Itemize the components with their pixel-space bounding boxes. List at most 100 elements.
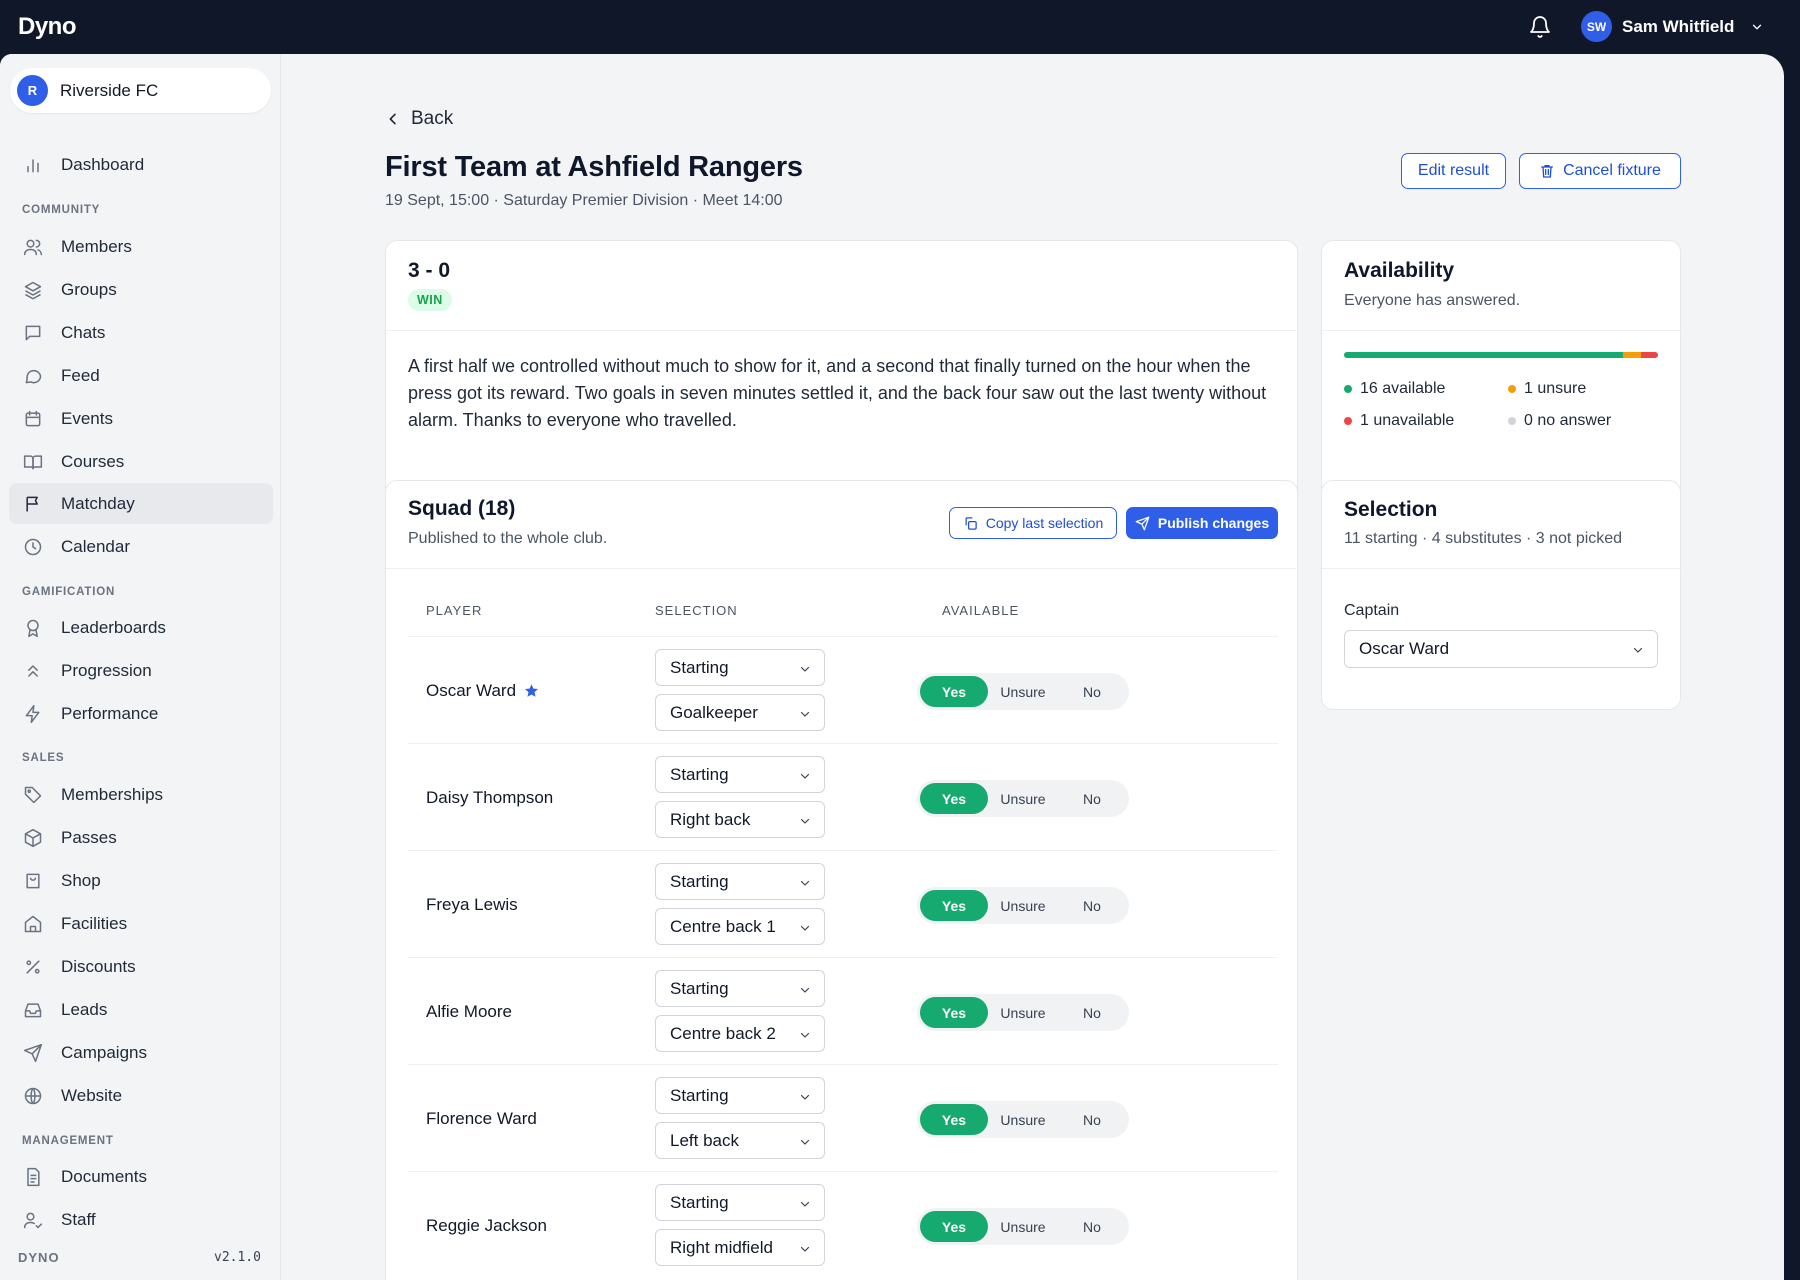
availability-unsure[interactable]: Unsure	[988, 890, 1058, 921]
availability-no[interactable]: No	[1058, 783, 1126, 814]
position-select[interactable]: Left back	[655, 1122, 825, 1159]
squad-subtitle: Published to the whole club.	[408, 530, 608, 547]
edit-result-button[interactable]: Edit result	[1401, 153, 1506, 189]
legend-unsure: 1 unsure	[1508, 380, 1586, 398]
sidebar-item-feed[interactable]: Feed	[9, 355, 273, 396]
availability-unsure[interactable]: Unsure	[988, 676, 1058, 707]
sidebar-item-facilities[interactable]: Facilities	[9, 903, 273, 944]
position-select[interactable]: Right back	[655, 801, 825, 838]
sidebar-item-matchday[interactable]: Matchday	[9, 483, 273, 524]
sidebar-item-chats[interactable]: Chats	[9, 312, 273, 353]
selection-select[interactable]: Starting	[655, 1184, 825, 1221]
clock-icon	[24, 538, 42, 555]
chevron-down-icon	[800, 711, 810, 717]
availability-yes[interactable]: Yes	[920, 783, 988, 814]
sidebar-item-progression[interactable]: Progression	[9, 650, 273, 691]
captain-label: Captain	[1344, 602, 1400, 619]
sidebar-item-leaderboards[interactable]: Leaderboards	[9, 607, 273, 648]
availability-unsure[interactable]: Unsure	[988, 1211, 1058, 1242]
captain-select[interactable]: Oscar Ward	[1344, 630, 1658, 668]
org-switcher[interactable]: R Riverside FC	[10, 68, 271, 113]
sidebar-item-members[interactable]: Members	[9, 226, 273, 267]
back-link[interactable]: Back	[385, 108, 453, 130]
chevron-down-icon	[800, 1094, 810, 1100]
publish-changes-button[interactable]: Publish changes	[1126, 507, 1278, 539]
sidebar-item-passes[interactable]: Passes	[9, 817, 273, 858]
legend-unavailable: 1 unavailable	[1344, 412, 1454, 430]
position-select[interactable]: Right midfield	[655, 1229, 825, 1266]
selection-select[interactable]: Starting	[655, 863, 825, 900]
chevron-down-icon	[800, 666, 810, 672]
chat-square-icon	[25, 325, 41, 340]
user-menu[interactable]: SW Sam Whitfield	[1581, 11, 1764, 42]
sidebar-item-courses[interactable]: Courses	[9, 441, 273, 482]
availability-yes[interactable]: Yes	[920, 676, 988, 707]
nav-section-community: COMMUNITY	[22, 204, 101, 216]
sidebar-item-staff[interactable]: Staff	[9, 1199, 273, 1240]
availability-unsure[interactable]: Unsure	[988, 783, 1058, 814]
availability-yes[interactable]: Yes	[920, 890, 988, 921]
legend-dot	[1508, 417, 1516, 425]
table-row: Florence Ward Starting Left back Yes Uns…	[408, 1064, 1278, 1171]
availability-toggle: Yes Unsure No	[917, 1208, 1129, 1245]
availability-no[interactable]: No	[1058, 676, 1126, 707]
top-bar: Dyno SW Sam Whitfield	[0, 0, 1800, 54]
chevron-down-icon	[800, 1139, 810, 1145]
sidebar-item-events[interactable]: Events	[9, 398, 273, 439]
sidebar-item-leads[interactable]: Leads	[9, 989, 273, 1030]
sidebar-item-memberships[interactable]: Memberships	[9, 774, 273, 815]
selection-select[interactable]: Starting	[655, 756, 825, 793]
chevron-down-icon	[800, 925, 810, 931]
availability-unsure[interactable]: Unsure	[988, 1104, 1058, 1135]
sidebar-item-groups[interactable]: Groups	[9, 269, 273, 310]
award-icon	[27, 619, 39, 637]
flag-icon	[26, 496, 38, 511]
sidebar-item-discounts[interactable]: Discounts	[9, 946, 273, 987]
result-card: 3 - 0 WIN A first half we controlled wit…	[385, 240, 1299, 512]
position-select[interactable]: Goalkeeper	[655, 694, 825, 731]
app-logo[interactable]: Dyno	[18, 13, 77, 41]
availability-toggle: Yes Unsure No	[917, 780, 1129, 817]
sidebar-item-dashboard[interactable]: Dashboard	[9, 144, 273, 185]
nav-section-sales: SALES	[22, 752, 65, 764]
availability-yes[interactable]: Yes	[920, 997, 988, 1028]
sidebar-item-calendar[interactable]: Calendar	[9, 526, 273, 567]
availability-no[interactable]: No	[1058, 997, 1126, 1028]
table-row: Freya Lewis Starting Centre back 1 Yes U…	[408, 850, 1278, 957]
availability-yes[interactable]: Yes	[920, 1104, 988, 1135]
table-row: Daisy Thompson Starting Right back Yes U…	[408, 743, 1278, 850]
user-avatar: SW	[1581, 11, 1612, 42]
sidebar-item-performance[interactable]: Performance	[9, 693, 273, 734]
calendar-icon	[25, 410, 41, 426]
availability-toggle: Yes Unsure No	[917, 887, 1129, 924]
cancel-fixture-button[interactable]: Cancel fixture	[1519, 153, 1681, 189]
send-icon	[1135, 516, 1150, 530]
user-name: Sam Whitfield	[1622, 16, 1735, 36]
availability-yes[interactable]: Yes	[920, 1211, 988, 1242]
selection-summary: 11 starting · 4 substitutes · 3 not pick…	[1344, 530, 1623, 547]
result-badge: WIN	[408, 289, 452, 311]
availability-no[interactable]: No	[1058, 890, 1126, 921]
sidebar-item-documents[interactable]: Documents	[9, 1156, 273, 1197]
selection-select[interactable]: Starting	[655, 649, 825, 686]
position-select[interactable]: Centre back 1	[655, 908, 825, 945]
selection-select[interactable]: Starting	[655, 1077, 825, 1114]
copy-last-selection-button[interactable]: Copy last selection	[949, 507, 1117, 539]
sidebar-item-shop[interactable]: Shop	[9, 860, 273, 901]
chevron-down-icon	[800, 987, 810, 993]
availability-no[interactable]: No	[1058, 1104, 1126, 1135]
chart-bar-icon	[27, 158, 39, 172]
selection-select[interactable]: Starting	[655, 970, 825, 1007]
selection-card: Selection 11 starting · 4 substitutes · …	[1321, 480, 1682, 710]
lightning-icon	[25, 704, 40, 723]
sidebar-item-campaigns[interactable]: Campaigns	[9, 1032, 273, 1073]
page-subtitle: 19 Sept, 15:00 · Saturday Premier Divisi…	[385, 192, 783, 209]
bell-icon[interactable]	[1528, 15, 1552, 39]
availability-no[interactable]: No	[1058, 1211, 1126, 1242]
position-select[interactable]: Centre back 2	[655, 1015, 825, 1052]
card-divider	[1322, 330, 1682, 331]
sidebar-item-website[interactable]: Website	[9, 1075, 273, 1116]
availability-unsure[interactable]: Unsure	[988, 997, 1058, 1028]
chevrons-up-icon	[28, 664, 38, 677]
inbox-icon	[24, 1002, 42, 1017]
